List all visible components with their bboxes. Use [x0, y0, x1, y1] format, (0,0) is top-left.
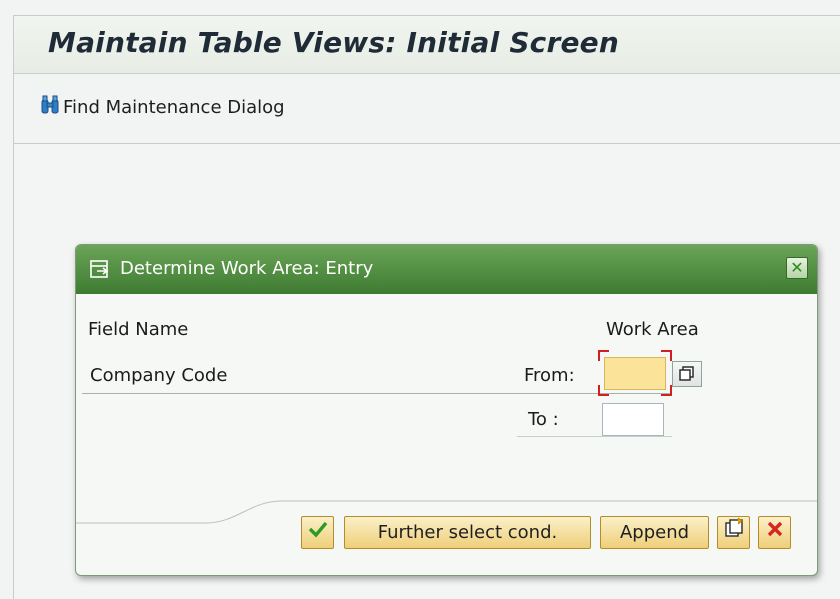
- multiple-selection-button[interactable]: [672, 361, 702, 387]
- new-entries-icon: [723, 517, 745, 549]
- further-select-cond-button[interactable]: Further select cond.: [344, 516, 591, 549]
- company-code-label: Company Code: [90, 365, 228, 386]
- binoculars-icon: [41, 95, 59, 119]
- dialog-header[interactable]: Determine Work Area: Entry ✕: [76, 245, 817, 294]
- dialog-title: Determine Work Area: Entry: [120, 258, 374, 279]
- new-entries-button[interactable]: [717, 516, 750, 549]
- to-label: To :: [528, 409, 559, 430]
- from-label: From:: [524, 365, 575, 386]
- to-input[interactable]: [602, 403, 664, 436]
- find-maintenance-dialog-label: Find Maintenance Dialog: [63, 96, 285, 118]
- work-area-header: Work Area: [606, 319, 699, 340]
- field-name-header: Field Name: [88, 319, 189, 340]
- screen-title: Maintain Table Views: Initial Screen: [48, 26, 620, 59]
- entry-dialog-icon: [90, 260, 110, 282]
- cancel-icon: [766, 517, 784, 548]
- from-input[interactable]: [604, 357, 666, 390]
- find-maintenance-dialog-button[interactable]: Find Maintenance Dialog: [41, 94, 285, 120]
- continue-button[interactable]: [301, 516, 334, 549]
- multiple-selection-icon: [679, 366, 694, 381]
- checkmark-icon: [308, 517, 328, 548]
- cancel-button[interactable]: [758, 516, 791, 549]
- application-toolbar: Find Maintenance Dialog: [14, 74, 840, 144]
- append-button[interactable]: Append: [600, 516, 709, 549]
- close-icon[interactable]: ✕: [786, 257, 808, 279]
- to-row-line: [517, 436, 672, 437]
- title-bar: Maintain Table Views: Initial Screen: [14, 16, 840, 74]
- work-area-dialog: Determine Work Area: Entry ✕ Field Name …: [75, 244, 818, 576]
- row-separator: [82, 393, 672, 394]
